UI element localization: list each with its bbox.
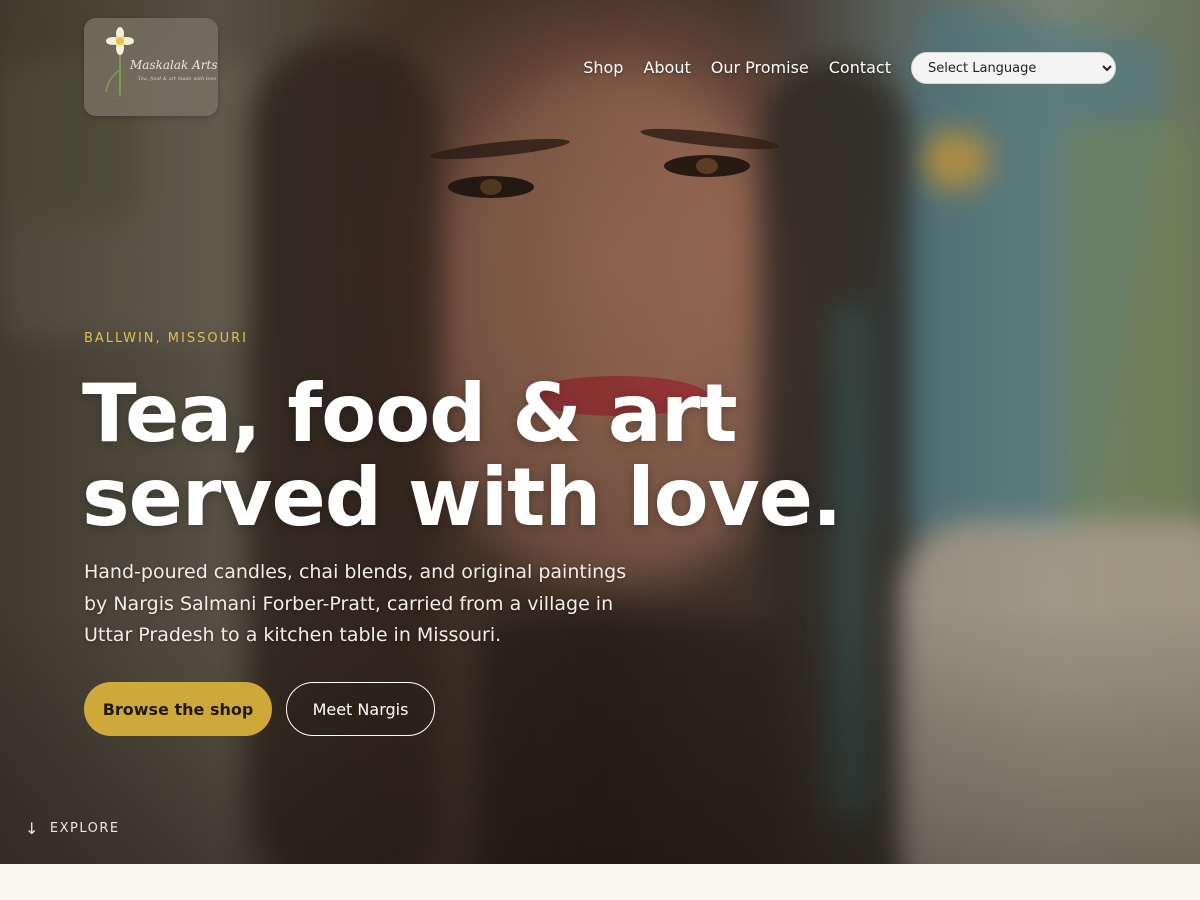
nav-link-contact[interactable]: Contact — [829, 54, 891, 82]
hero-headline-line1: Tea, food & art — [82, 367, 738, 460]
hero-headline: Tea, food & art served with love. — [82, 372, 842, 540]
hero-headline-line2: served with love. — [82, 451, 842, 544]
arrow-down-icon: ↓ — [25, 819, 40, 838]
next-section — [0, 864, 1200, 900]
explore-scroll-link[interactable]: ↓ EXPLORE — [25, 819, 120, 838]
hero-description: Hand-poured candles, chai blends, and or… — [84, 561, 627, 646]
nav-link-shop[interactable]: Shop — [583, 54, 623, 82]
site-logo[interactable]: Maskalak Arts Tea, food & art made with … — [84, 18, 218, 116]
meet-nargis-button[interactable]: Meet Nargis — [286, 682, 435, 736]
nav-link-about[interactable]: About — [643, 54, 690, 82]
nav-link-our-promise[interactable]: Our Promise — [711, 54, 809, 82]
logo-tagline: Tea, food & art made with love — [138, 76, 217, 82]
explore-label: EXPLORE — [49, 821, 120, 836]
location-eyebrow: BALLWIN, MISSOURI — [84, 331, 248, 346]
hero-section: Maskalak Arts Tea, food & art made with … — [0, 0, 1200, 864]
language-select[interactable]: Select Language — [911, 52, 1116, 84]
logo-wordmark: Maskalak Arts — [130, 58, 218, 72]
browse-shop-button[interactable]: Browse the shop — [84, 682, 272, 736]
main-navigation: Shop About Our Promise Contact Select La… — [583, 52, 1116, 84]
